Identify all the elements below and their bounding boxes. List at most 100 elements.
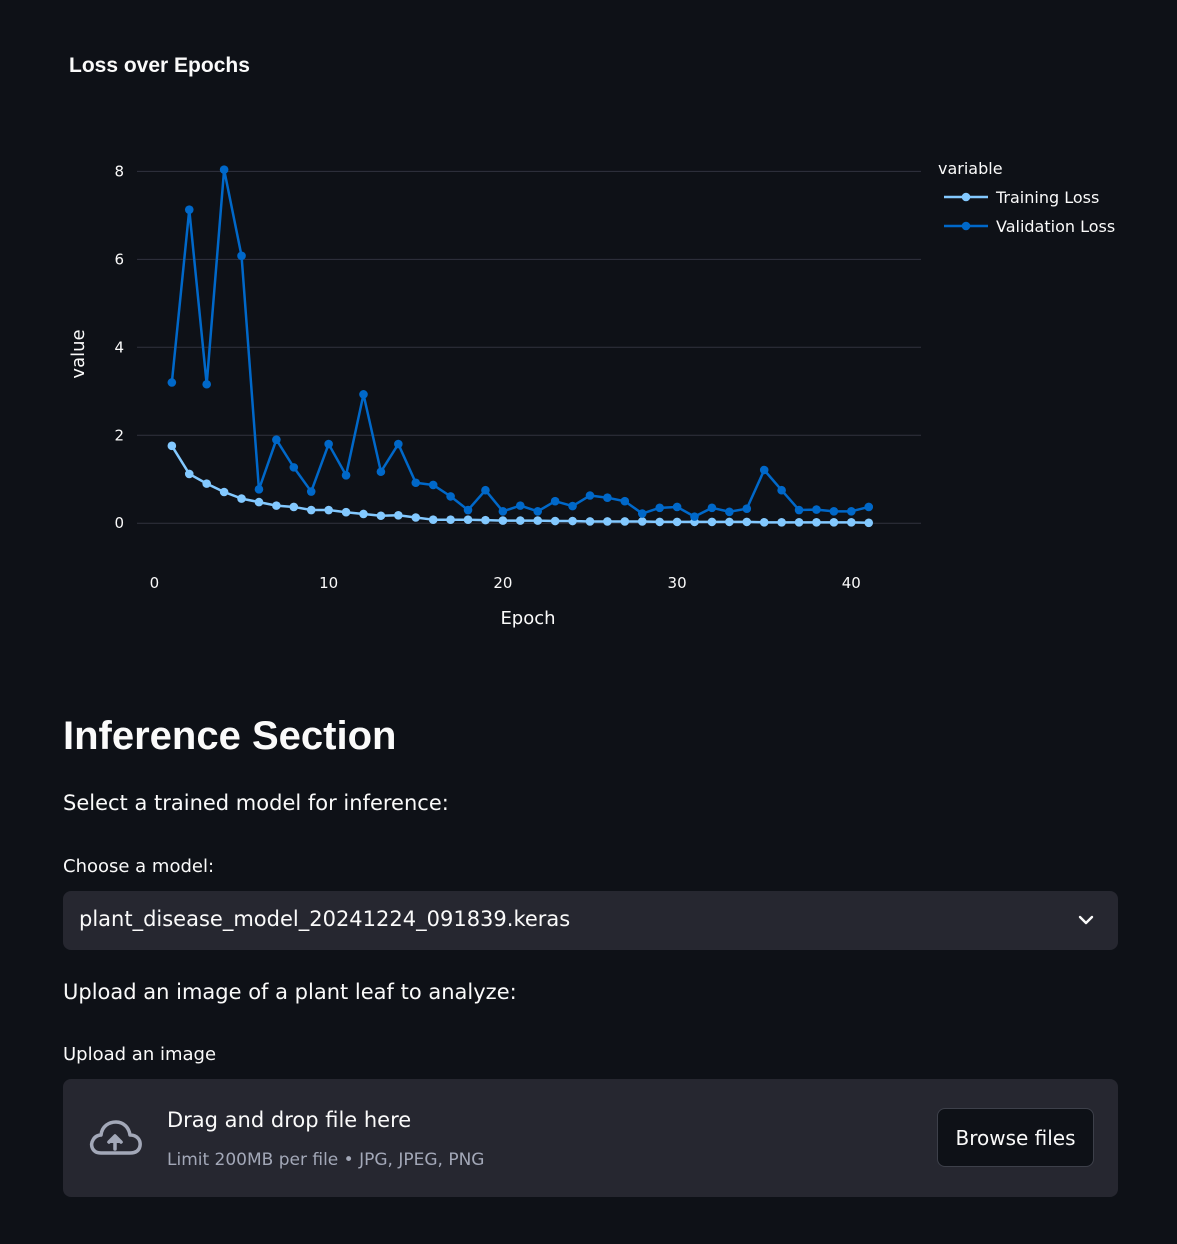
- training-loss-series: [167, 441, 874, 528]
- x-tick-label: 40: [842, 574, 861, 592]
- upload-label: Upload an image: [63, 1044, 217, 1065]
- legend-title: variable: [938, 159, 1003, 178]
- training-loss-point: [864, 518, 874, 528]
- training-loss-point: [167, 441, 177, 451]
- y-tick-label: 6: [114, 250, 124, 268]
- legend-item-validation-loss[interactable]: Validation Loss: [944, 217, 1115, 236]
- validation-loss-point: [829, 507, 839, 516]
- validation-loss-point: [411, 478, 421, 488]
- validation-loss-point: [394, 439, 403, 449]
- validation-loss-point: [637, 509, 647, 518]
- training-loss-point: [219, 487, 229, 497]
- validation-loss-point: [324, 439, 333, 449]
- training-loss-point: [324, 505, 333, 515]
- gridlines: [137, 170, 921, 524]
- training-loss-point: [742, 517, 752, 527]
- loss-chart: 0 2 4 6 8 0 10 20 30 40 Epoch value variable Tra…: [68, 159, 1115, 629]
- validation-loss-point: [446, 492, 455, 501]
- validation-loss-point: [341, 470, 351, 480]
- validation-loss-point: [237, 251, 246, 261]
- validation-loss-point: [742, 504, 752, 514]
- training-loss-point: [603, 517, 612, 526]
- training-loss-point: [481, 515, 490, 525]
- training-loss-point: [272, 501, 281, 510]
- training-loss-point: [411, 513, 421, 522]
- training-loss-point: [794, 518, 804, 527]
- chevron-down-icon[interactable]: [1076, 910, 1096, 930]
- x-axis-label: Epoch: [500, 608, 555, 629]
- training-loss-point: [568, 516, 577, 526]
- legend-marker: [961, 221, 971, 231]
- training-loss-point: [237, 494, 246, 503]
- validation-loss-point: [272, 435, 281, 444]
- training-loss-point: [672, 517, 682, 527]
- x-tick-labels: 0 10 20 30 40: [150, 574, 861, 592]
- legend-label: Validation Loss: [996, 217, 1115, 236]
- validation-loss-point: [725, 507, 734, 517]
- validation-loss-series: [167, 165, 874, 521]
- validation-loss-point: [672, 502, 682, 512]
- x-tick-label: 0: [150, 574, 160, 592]
- validation-loss-point: [585, 491, 595, 500]
- validation-loss-point: [707, 503, 717, 513]
- training-loss-point: [498, 516, 508, 525]
- upload-prompt: Upload an image of a plant leaf to analy…: [63, 980, 517, 1004]
- validation-loss-point: [289, 463, 299, 472]
- training-loss-point: [829, 518, 839, 527]
- validation-loss-point: [167, 378, 177, 387]
- chart-title: Loss over Epochs: [69, 54, 250, 77]
- browse-files-button[interactable]: Browse files: [937, 1108, 1094, 1167]
- y-tick-label: 0: [114, 514, 124, 532]
- validation-loss-point: [812, 505, 821, 514]
- training-loss-line: [170, 445, 869, 525]
- training-loss-point: [376, 511, 386, 521]
- training-loss-point: [394, 510, 403, 520]
- training-loss-point: [463, 515, 473, 524]
- model-select-value: plant_disease_model_20241224_091839.kera…: [79, 907, 571, 931]
- validation-loss-point: [864, 502, 874, 512]
- training-loss-point: [289, 502, 299, 512]
- model-select[interactable]: plant_disease_model_20241224_091839.kera…: [63, 891, 1118, 950]
- cloud-upload-icon: [89, 1120, 142, 1155]
- chart-series: [167, 165, 874, 528]
- training-loss-point: [184, 469, 194, 479]
- training-loss-point: [359, 509, 368, 519]
- y-tick-labels: 0 2 4 6 8: [114, 162, 124, 532]
- training-loss-point: [812, 518, 821, 527]
- x-tick-label: 30: [668, 574, 687, 592]
- training-loss-point: [254, 497, 264, 507]
- validation-loss-point: [550, 496, 560, 506]
- validation-loss-line: [170, 168, 870, 518]
- validation-loss-point: [428, 480, 438, 490]
- validation-loss-point: [759, 465, 769, 475]
- training-loss-point: [446, 515, 455, 524]
- file-dropzone[interactable]: Drag and drop file here Limit 200MB per …: [63, 1079, 1118, 1197]
- validation-loss-point: [184, 205, 194, 214]
- validation-loss-point: [847, 507, 856, 516]
- validation-loss-point: [306, 487, 316, 496]
- select-prompt: Select a trained model for inference:: [63, 791, 449, 815]
- validation-loss-point: [620, 496, 630, 506]
- chart-legend: variable Training Loss Validation Loss: [938, 159, 1115, 236]
- validation-loss-point: [568, 501, 577, 511]
- training-loss-point: [515, 516, 525, 525]
- legend-marker: [961, 192, 971, 202]
- validation-loss-point: [777, 485, 786, 495]
- training-loss-point: [620, 517, 630, 526]
- training-loss-point: [759, 518, 769, 527]
- validation-loss-point: [533, 507, 543, 516]
- section-title: Inference Section: [63, 714, 397, 758]
- y-tick-label: 2: [114, 426, 124, 444]
- y-tick-label: 4: [114, 338, 124, 356]
- validation-loss-point: [498, 507, 508, 516]
- training-loss-point: [655, 517, 664, 527]
- app-page: 0 2 4 6 8 0 10 20 30 40 Epoch value variable Tra…: [0, 0, 1177, 1244]
- legend-item-training-loss[interactable]: Training Loss: [944, 188, 1099, 207]
- validation-loss-point: [655, 503, 664, 513]
- training-loss-point: [847, 518, 856, 527]
- x-tick-label: 10: [319, 574, 338, 592]
- validation-loss-point: [515, 501, 525, 510]
- training-loss-point: [585, 517, 595, 526]
- x-tick-label: 20: [493, 574, 512, 592]
- legend-label: Training Loss: [995, 188, 1099, 207]
